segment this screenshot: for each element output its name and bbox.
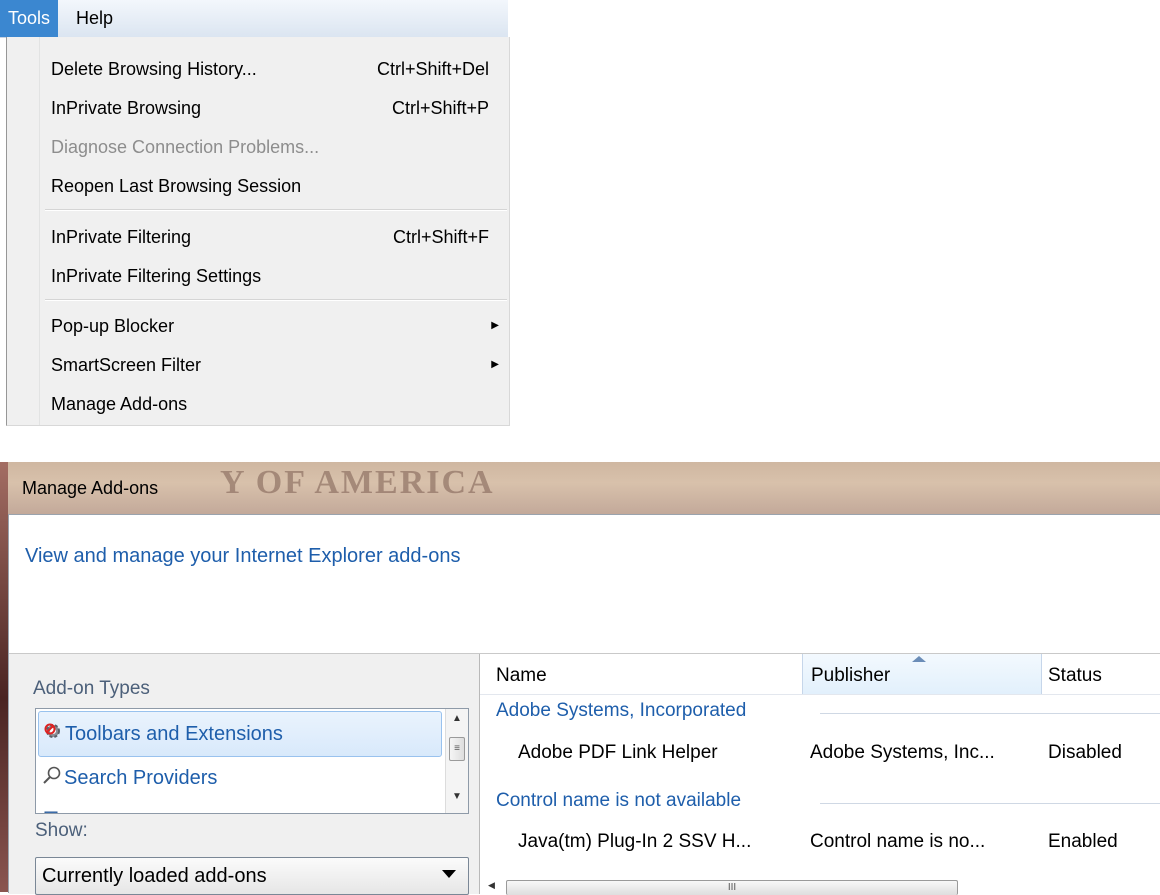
menu-item-smartscreen-filter[interactable]: SmartScreen Filter ▶ — [51, 346, 499, 384]
window-client-area: View and manage your Internet Explorer a… — [8, 514, 1160, 895]
scroll-left-icon[interactable]: ◀ — [488, 880, 495, 891]
cell-publisher: Adobe Systems, Inc... — [810, 742, 995, 763]
show-label: Show: — [35, 820, 88, 841]
menu-item-delete-browsing-history[interactable]: Delete Browsing History... Ctrl+Shift+De… — [51, 50, 499, 88]
menu-item-label: SmartScreen Filter — [51, 355, 202, 375]
menu-item-label: Pop-up Blocker — [51, 316, 175, 336]
page-headline: View and manage your Internet Explorer a… — [25, 545, 461, 567]
window-edge — [0, 462, 8, 892]
column-header-row: Name Publisher Status — [480, 654, 1160, 695]
type-label: Toolbars and Extensions — [65, 723, 283, 745]
tools-dropdown-menu: Delete Browsing History... Ctrl+Shift+De… — [6, 37, 510, 426]
menu-item-reopen-last-session[interactable]: Reopen Last Browsing Session — [51, 167, 499, 205]
menu-item-label: InPrivate Filtering — [51, 227, 192, 247]
types-vertical-scrollbar[interactable]: ▲ ≡ ▼ — [445, 709, 468, 813]
scroll-thumb[interactable]: III — [506, 880, 958, 895]
menu-icon-gutter — [7, 37, 40, 425]
group-header: Adobe Systems, Incorporated — [496, 700, 747, 721]
menu-item-label: Diagnose Connection Problems... — [51, 137, 320, 157]
addon-types-label: Add-on Types — [33, 678, 150, 699]
menu-item-inprivate-filtering[interactable]: InPrivate Filtering Ctrl+Shift+F — [51, 218, 499, 256]
background-watermark: Y OF AMERICA — [220, 464, 495, 501]
group-divider — [820, 803, 1160, 804]
group-divider — [820, 713, 1160, 714]
column-header-name[interactable]: Name — [496, 654, 547, 694]
menu-item-inprivate-filtering-settings[interactable]: InPrivate Filtering Settings — [51, 257, 499, 295]
search-icon — [42, 757, 64, 801]
type-partial-item[interactable] — [38, 801, 442, 813]
menu-separator — [45, 209, 507, 211]
menu-item-diagnose-connection: Diagnose Connection Problems... — [51, 128, 499, 166]
cell-name: Java(tm) Plug-In 2 SSV H... — [518, 831, 752, 852]
menu-item-inprivate-browsing[interactable]: InPrivate Browsing Ctrl+Shift+P — [51, 89, 499, 127]
accelerator-icon — [42, 802, 64, 813]
group-header: Control name is not available — [496, 790, 742, 811]
type-toolbars-and-extensions[interactable]: Toolbars and Extensions — [38, 711, 442, 757]
menu-item-shortcut: Ctrl+Shift+P — [391, 98, 489, 118]
menu-item-label: InPrivate Browsing — [51, 98, 202, 118]
chevron-down-icon — [442, 870, 456, 878]
type-label: Search Providers — [64, 767, 218, 789]
menu-help[interactable]: Help — [68, 0, 121, 37]
cell-name: Adobe PDF Link Helper — [518, 742, 718, 763]
menu-item-label: Delete Browsing History... — [51, 59, 257, 79]
window-titlebar[interactable]: Y OF AMERICA — [0, 462, 1160, 514]
scroll-up-icon[interactable]: ▲ — [452, 713, 462, 724]
submenu-arrow-icon: ▶ — [491, 320, 499, 331]
table-row[interactable]: Adobe PDF Link Helper Adobe Systems, Inc… — [480, 733, 1160, 773]
menu-item-label: Manage Add-ons — [51, 394, 188, 414]
show-dropdown[interactable]: Currently loaded add-ons — [35, 857, 469, 895]
menu-item-popup-blocker[interactable]: Pop-up Blocker ▶ — [51, 307, 499, 345]
menu-item-shortcut: Ctrl+Shift+Del — [376, 59, 489, 79]
menu-item-label: Reopen Last Browsing Session — [51, 176, 302, 196]
manage-addons-window: Y OF AMERICA Manage Add-ons View and man… — [0, 462, 1160, 895]
cell-status: Disabled — [1048, 742, 1122, 763]
menu-item-manage-addons[interactable]: Manage Add-ons — [51, 385, 499, 423]
addons-panel: Add-on Types Toolbars and Extensions Sea… — [9, 653, 1160, 895]
window-title: Manage Add-ons — [22, 478, 159, 498]
addon-types-list[interactable]: Toolbars and Extensions Search Providers — [35, 708, 469, 814]
menu-bar: Tools Help — [0, 0, 508, 38]
scroll-thumb[interactable]: ≡ — [449, 737, 465, 761]
menu-tools[interactable]: Tools — [0, 0, 59, 37]
cell-publisher: Control name is no... — [810, 831, 986, 852]
scroll-down-icon[interactable]: ▼ — [452, 791, 462, 802]
gear-icon — [43, 713, 65, 757]
cell-status: Enabled — [1048, 831, 1118, 852]
column-header-status[interactable]: Status — [1048, 654, 1102, 694]
submenu-arrow-icon: ▶ — [491, 359, 499, 370]
menu-item-shortcut: Ctrl+Shift+F — [392, 227, 489, 247]
menu-item-label: InPrivate Filtering Settings — [51, 266, 262, 286]
table-row[interactable]: Java(tm) Plug-In 2 SSV H... Control name… — [480, 822, 1160, 862]
show-dropdown-value: Currently loaded add-ons — [42, 865, 267, 887]
menu-separator — [45, 299, 507, 301]
addons-list: Name Publisher Status Adobe Systems, Inc… — [479, 654, 1160, 895]
type-search-providers[interactable]: Search Providers — [38, 756, 442, 800]
sort-ascending-icon — [912, 656, 926, 662]
